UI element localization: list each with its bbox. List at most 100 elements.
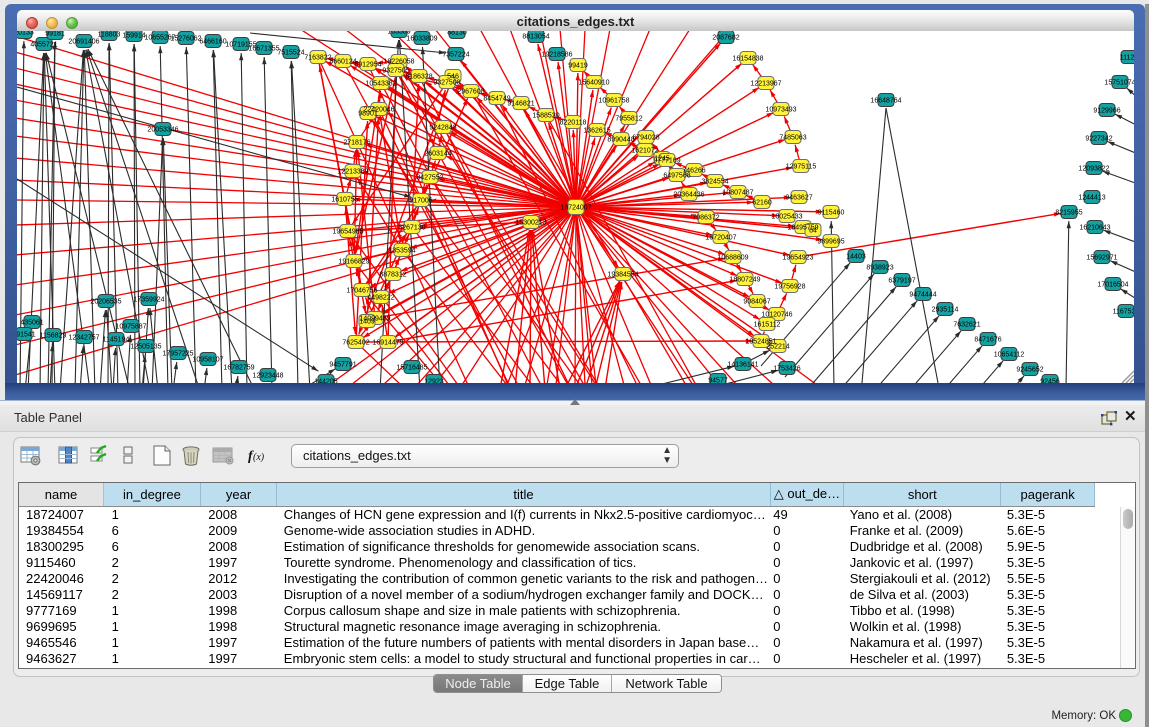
svg-text:435061: 435061 [20, 320, 43, 327]
svg-text:8878312: 8878312 [379, 272, 406, 279]
svg-text:118803: 118803 [98, 32, 121, 39]
svg-text:12975115: 12975115 [786, 164, 817, 171]
svg-text:12342757: 12342757 [68, 335, 99, 342]
svg-text:4498222: 4498222 [367, 295, 394, 302]
svg-text:16154838: 16154838 [732, 56, 763, 63]
svg-text:19654985: 19654985 [332, 229, 363, 236]
svg-text:18226058: 18226058 [383, 59, 414, 66]
svg-text:20053346: 20053346 [147, 127, 178, 134]
svg-text:2935114: 2935114 [932, 307, 959, 314]
svg-text:20364436: 20364436 [673, 192, 704, 199]
svg-text:1156829: 1156829 [40, 333, 67, 340]
svg-text:9129966: 9129966 [1093, 108, 1120, 115]
svg-text:9115460: 9115460 [818, 210, 845, 217]
svg-text:1167533: 1167533 [1113, 309, 1134, 316]
svg-text:17046756: 17046756 [346, 288, 377, 295]
svg-text:391541: 391541 [17, 332, 36, 339]
svg-text:10961758: 10961758 [598, 98, 629, 105]
svg-text:20133: 20133 [17, 31, 34, 37]
svg-text:252214: 252214 [766, 344, 789, 351]
svg-text:7485063: 7485063 [779, 135, 806, 142]
svg-text:20691406: 20691406 [68, 39, 99, 46]
svg-text:20206535: 20206535 [90, 299, 121, 306]
svg-text:7515524: 7515524 [277, 50, 304, 57]
svg-text:4055721: 4055721 [30, 42, 57, 49]
svg-text:16914479: 16914479 [372, 340, 403, 347]
svg-text:1409: 1409 [359, 319, 375, 326]
svg-text:12923448: 12923448 [252, 373, 283, 380]
svg-text:9474444: 9474444 [909, 292, 936, 299]
svg-text:99419: 99419 [568, 63, 588, 70]
svg-text:10654112: 10654112 [994, 352, 1025, 359]
svg-text:9327508: 9327508 [433, 80, 460, 87]
svg-text:17016504: 17016504 [1097, 282, 1128, 289]
svg-text:1615112: 1615112 [754, 322, 781, 329]
svg-text:16210643: 16210643 [1079, 225, 1110, 232]
svg-text:1353594: 1353594 [388, 248, 415, 255]
svg-text:16033809: 16033809 [406, 36, 437, 43]
svg-text:98901: 98901 [358, 111, 378, 118]
svg-text:9245652: 9245652 [1016, 367, 1043, 374]
svg-text:64: 64 [809, 228, 817, 235]
svg-text:9084067: 9084067 [743, 299, 770, 306]
svg-text:14403: 14403 [846, 254, 866, 261]
svg-text:9242848: 9242848 [429, 125, 456, 132]
svg-text:1145194: 1145194 [103, 337, 130, 344]
svg-text:159914: 159914 [122, 33, 145, 40]
svg-text:62160: 62160 [752, 200, 772, 207]
svg-text:8186328: 8186328 [405, 74, 432, 81]
svg-text:14136141: 14136141 [727, 362, 758, 369]
svg-text:17359924: 17359924 [133, 297, 164, 304]
svg-text:15716485: 15716485 [396, 365, 427, 372]
svg-text:8813054: 8813054 [522, 34, 549, 41]
svg-text:8660124: 8660124 [329, 59, 356, 66]
svg-text:88130: 88130 [447, 31, 467, 37]
svg-text:15751074: 15751074 [1104, 80, 1134, 87]
svg-text:9457791: 9457791 [329, 362, 356, 369]
svg-text:8990448: 8990448 [607, 137, 634, 144]
svg-text:11123: 11123 [1120, 55, 1134, 62]
svg-text:1244413: 1244413 [1078, 195, 1105, 202]
svg-text:1362615: 1362615 [583, 128, 610, 135]
svg-text:15692971: 15692971 [1086, 255, 1117, 262]
svg-text:2087682: 2087682 [712, 35, 739, 42]
svg-text:99181: 99181 [45, 31, 65, 38]
svg-text:12505135: 12505135 [130, 344, 161, 351]
svg-text:10120746: 10120746 [761, 312, 792, 319]
svg-text:19166829: 19166829 [338, 259, 369, 266]
svg-text:18724007: 18724007 [560, 205, 591, 212]
svg-text:10958107: 10958107 [192, 357, 223, 364]
svg-text:10973493: 10973493 [765, 107, 796, 114]
svg-text:15276062: 15276062 [170, 36, 201, 43]
svg-text:19654923: 19654923 [782, 255, 813, 262]
svg-text:10688609: 10688609 [717, 255, 748, 262]
svg-text:15300213: 15300213 [515, 220, 546, 227]
svg-text:19756928: 19756928 [774, 284, 805, 291]
svg-text:9227342: 9227342 [1085, 136, 1112, 143]
svg-text:9146821: 9146821 [507, 101, 534, 108]
svg-text:19384554: 19384554 [607, 272, 638, 279]
svg-text:10975887: 10975887 [115, 324, 146, 331]
svg-text:8912954: 8912954 [354, 62, 381, 69]
svg-text:2603144: 2603144 [424, 151, 451, 158]
svg-text:7357224: 7357224 [442, 52, 469, 59]
svg-text:7163822: 7163822 [304, 55, 331, 62]
svg-text:15720407: 15720407 [705, 235, 736, 242]
svg-text:6794028: 6794028 [632, 135, 659, 142]
svg-text:18807249: 18807249 [729, 277, 760, 284]
svg-text:2967608: 2967608 [457, 89, 484, 96]
svg-text:12213389: 12213389 [337, 169, 368, 176]
svg-text:2718176: 2718176 [343, 140, 370, 147]
svg-text:6379197: 6379197 [888, 278, 915, 285]
svg-text:8220118: 8220118 [560, 120, 587, 127]
svg-text:15640910: 15640910 [578, 80, 609, 87]
svg-text:16782759: 16782759 [223, 365, 254, 372]
svg-text:7632621: 7632621 [953, 322, 980, 329]
svg-text:6466160: 6466160 [199, 39, 226, 46]
svg-text:10543382: 10543382 [365, 81, 396, 88]
svg-text:9463627: 9463627 [785, 195, 812, 202]
svg-text:10807487: 10807487 [722, 190, 753, 197]
svg-text:1610755: 1610755 [331, 197, 358, 204]
svg-text:8267130: 8267130 [398, 225, 425, 232]
svg-text:7625402: 7625402 [342, 340, 369, 347]
